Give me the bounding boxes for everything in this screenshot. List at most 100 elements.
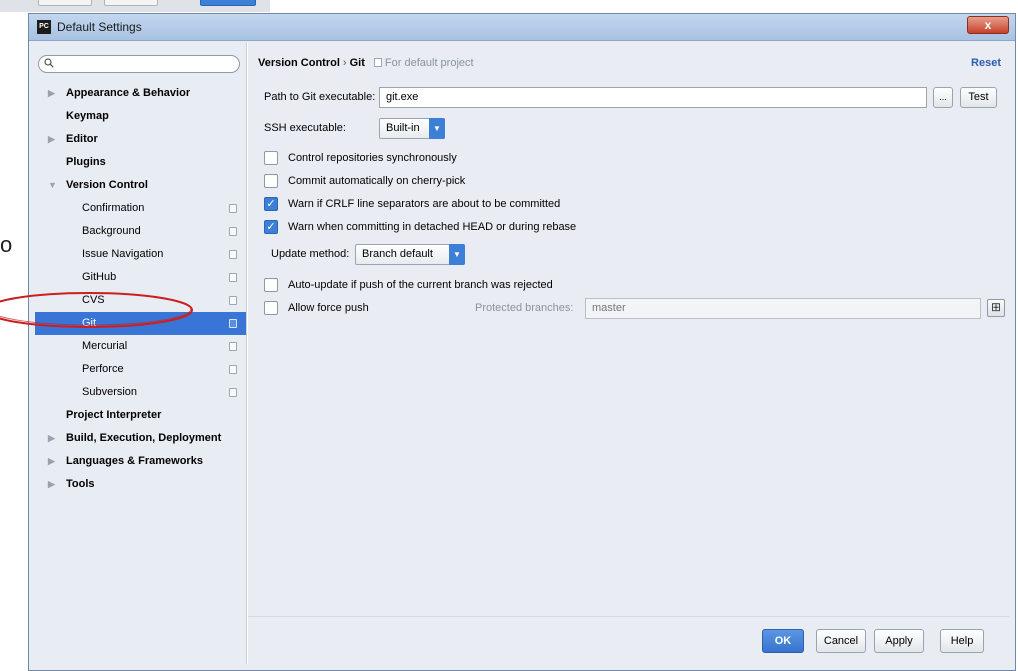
sidebar-item-label: Perforce [82,363,124,375]
cherry-pick-checkbox[interactable] [264,174,278,188]
force-push-checkbox-label: Allow force push [288,302,369,314]
sidebar-item-git[interactable]: Git [35,312,246,335]
collapsed-arrow-icon[interactable]: ▶ [48,82,55,105]
update-method-select[interactable]: Branch default ▼ [355,244,465,265]
sidebar-item-label: Subversion [82,386,138,398]
background-text: o [0,232,13,257]
auto-update-checkbox-label: Auto-update if push of the current branc… [288,279,553,291]
settings-sidebar: ▶ Appearance & Behavior Keymap ▶ Editor Plugi… [35,42,247,664]
sidebar-item-label: GitHub [82,271,117,283]
search-field[interactable] [38,55,240,73]
project-settings-icon [229,273,237,282]
browse-button[interactable]: ... [933,87,953,108]
crlf-checkbox[interactable]: ✓ [264,197,278,211]
crlf-option[interactable]: ✓ Warn if CRLF line separators are about… [264,194,1001,216]
cherry-pick-option[interactable]: Commit automatically on cherry-pick [264,171,1001,193]
sidebar-item-label: CVS [82,294,105,306]
dialog-footer: OK Cancel Apply Help [248,616,1009,664]
breadcrumb-current: Git [349,57,365,69]
settings-tree: ▶ Appearance & Behavior Keymap ▶ Editor Plugi… [35,82,246,496]
search-icon [44,58,54,68]
auto-update-option[interactable]: Auto-update if push of the current branc… [264,275,1001,297]
app-icon: PC [37,20,51,34]
reset-link[interactable]: Reset [971,57,1001,69]
settings-dialog: PC Default Settings x ▶ Appearance & Beha… [28,13,1016,671]
project-scope-text: For default project [384,57,474,69]
sidebar-item-label: Version Control [66,179,148,191]
detached-head-checkbox-label: Warn when committing in detached HEAD or… [288,221,577,233]
sidebar-item-confirmation[interactable]: Confirmation [35,197,246,220]
ok-button[interactable]: OK [762,629,804,653]
detached-head-checkbox[interactable]: ✓ [264,220,278,234]
sidebar-item-github[interactable]: GitHub [35,266,246,289]
close-button[interactable]: x [967,16,1009,34]
sidebar-item-perforce[interactable]: Perforce [35,358,246,381]
sidebar-item-label: Plugins [66,156,106,168]
test-button[interactable]: Test [960,87,997,108]
sidebar-item-label: Languages & Frameworks [66,455,203,467]
apply-button[interactable]: Apply [874,629,924,653]
project-settings-icon [229,365,237,374]
sidebar-item-label: Tools [66,478,95,490]
sidebar-item-mercurial[interactable]: Mercurial [35,335,246,358]
collapsed-arrow-icon[interactable]: ▶ [48,450,55,473]
sidebar-item-label: Mercurial [82,340,128,352]
help-button[interactable]: Help [940,629,984,653]
auto-update-checkbox[interactable] [264,278,278,292]
project-settings-icon [229,319,237,328]
ssh-select[interactable]: Built-in ▼ [379,118,445,139]
sidebar-item-editor[interactable]: ▶ Editor [35,128,246,151]
project-icon [373,58,382,67]
sidebar-item-subversion[interactable]: Subversion [35,381,246,404]
protected-branches-input[interactable]: master [585,298,981,319]
sidebar-item-plugins[interactable]: Plugins [35,151,246,174]
project-scope-note: For default project [373,57,474,69]
project-settings-icon [229,204,237,213]
collapsed-arrow-icon[interactable]: ▶ [48,427,55,450]
detached-head-option[interactable]: ✓ Warn when committing in detached HEAD … [264,217,1001,239]
dropdown-arrow-icon: ▼ [449,244,465,265]
force-push-checkbox[interactable] [264,301,278,315]
background-toolbar [0,0,270,12]
background-button [200,0,256,6]
collapsed-arrow-icon[interactable]: ▶ [48,473,55,496]
sidebar-item-issue-navigation[interactable]: Issue Navigation [35,243,246,266]
sidebar-item-background[interactable]: Background [35,220,246,243]
sidebar-item-languages-frameworks[interactable]: ▶ Languages & Frameworks [35,450,246,473]
sidebar-item-tools[interactable]: ▶ Tools [35,473,246,496]
title-bar[interactable]: PC Default Settings x [29,14,1015,41]
project-settings-icon [229,250,237,259]
ssh-label: SSH executable: [264,122,346,134]
collapsed-arrow-icon[interactable]: ▶ [48,128,55,151]
git-settings-panel: Version Control › Git For default project … [248,42,1009,616]
update-method-row: Update method: Branch default ▼ [264,244,1001,266]
cancel-button[interactable]: Cancel [816,629,866,653]
sidebar-item-label: Build, Execution, Deployment [66,432,222,444]
sidebar-item-label: Confirmation [82,202,145,214]
git-path-input[interactable]: git.exe [379,87,927,108]
project-settings-icon [229,342,237,351]
ssh-select-value: Built-in [386,122,420,134]
sidebar-item-label: Appearance & Behavior [66,87,191,99]
sidebar-item-label: Keymap [66,110,109,122]
expanded-arrow-icon[interactable]: ▼ [48,174,57,197]
sidebar-item-label: Issue Navigation [82,248,164,260]
add-branch-icon[interactable]: ⊞ [987,299,1005,317]
project-settings-icon [229,227,237,236]
ssh-row: SSH executable: Built-in ▼ [264,118,1001,140]
sidebar-item-build-execution-deployment[interactable]: ▶ Build, Execution, Deployment [35,427,246,450]
protected-branches-label: Protected branches: [475,302,574,314]
git-path-row: Path to Git executable: git.exe ... Test [264,87,1001,109]
background-button [104,0,158,6]
sync-checkbox[interactable] [264,151,278,165]
sidebar-item-version-control[interactable]: ▼ Version Control [35,174,246,197]
sync-option[interactable]: Control repositories synchronously [264,148,1001,170]
dialog-client: ▶ Appearance & Behavior Keymap ▶ Editor Plugi… [35,42,1009,664]
sidebar-item-appearance-behavior[interactable]: ▶ Appearance & Behavior [35,82,246,105]
sidebar-item-keymap[interactable]: Keymap [35,105,246,128]
sidebar-item-project-interpreter[interactable]: Project Interpreter [35,404,246,427]
update-method-label: Update method: [271,248,350,260]
crlf-checkbox-label: Warn if CRLF line separators are about t… [288,198,561,210]
sidebar-item-cvs[interactable]: CVS [35,289,246,312]
sidebar-item-label: Background [82,225,141,237]
